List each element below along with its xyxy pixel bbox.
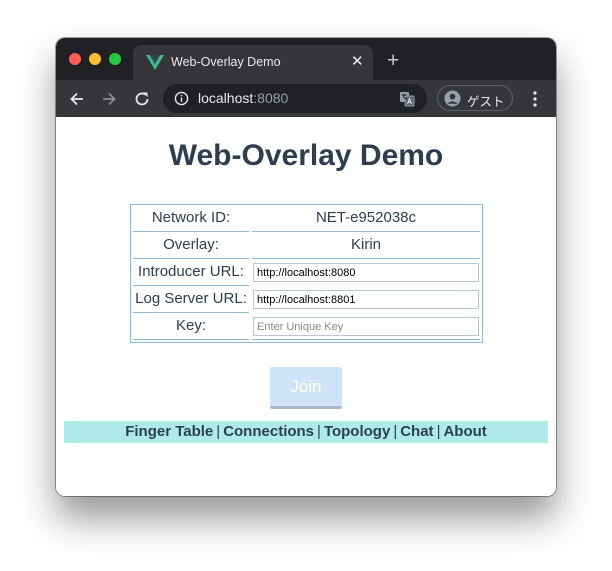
profile-name: ゲスト bbox=[467, 95, 505, 109]
nav-link-topology[interactable]: Topology bbox=[324, 423, 390, 440]
page-content: Web-Overlay Demo Network ID: NET-e952038… bbox=[56, 117, 556, 496]
log-server-url-label: Log Server URL: bbox=[135, 290, 247, 307]
address-bar[interactable]: localhost:8080 bbox=[163, 84, 427, 113]
arrow-right-icon[interactable] bbox=[100, 90, 118, 108]
row-divider bbox=[252, 339, 480, 340]
browser-window: Web-Overlay Demo ✕ + localhost:8080 ゲスト … bbox=[56, 38, 556, 496]
log-server-url-input[interactable] bbox=[253, 290, 479, 309]
key-label: Key: bbox=[175, 317, 206, 334]
person-icon bbox=[444, 90, 461, 107]
introducer-url-row: Introducer URL: bbox=[131, 259, 482, 286]
overlay-label: Overlay: bbox=[163, 236, 219, 253]
row-divider bbox=[133, 339, 249, 340]
nav-link-connections[interactable]: Connections bbox=[223, 423, 314, 440]
overlay-row: Overlay: Kirin bbox=[131, 232, 482, 259]
url-text[interactable]: localhost:8080 bbox=[198, 90, 288, 106]
tab-title: Web-Overlay Demo bbox=[171, 55, 281, 69]
info-icon[interactable] bbox=[174, 91, 189, 106]
tab-bar: Web-Overlay Demo ✕ + bbox=[56, 38, 556, 80]
translate-icon[interactable] bbox=[399, 91, 415, 107]
maximize-window-button[interactable] bbox=[109, 53, 121, 65]
three-dots-icon[interactable] bbox=[528, 90, 542, 108]
arrow-left-icon[interactable] bbox=[68, 90, 86, 108]
network-id-label: Network ID: bbox=[151, 209, 231, 226]
nav-bar: Finger Table | Connections | Topology | Chat | A… bbox=[64, 421, 548, 443]
url-port: :8080 bbox=[253, 90, 289, 106]
tab-active[interactable]: Web-Overlay Demo ✕ bbox=[133, 45, 373, 80]
key-row: Key: bbox=[131, 313, 482, 340]
network-id-value: NET-e952038c bbox=[315, 209, 417, 226]
settings-table: Network ID: NET-e952038c Overlay: Kirin … bbox=[130, 204, 483, 343]
nav-link-about[interactable]: About bbox=[443, 423, 486, 440]
vue-logo-icon bbox=[146, 55, 164, 70]
nav-separator: | bbox=[436, 423, 441, 440]
url-host: localhost bbox=[198, 90, 254, 106]
nav-separator: | bbox=[317, 423, 321, 440]
close-window-button[interactable] bbox=[69, 53, 81, 65]
nav-separator: | bbox=[393, 423, 398, 440]
key-input[interactable] bbox=[253, 317, 479, 336]
introducer-url-input[interactable] bbox=[253, 263, 479, 282]
network-id-row: Network ID: NET-e952038c bbox=[131, 205, 482, 232]
nav-link-finger-table[interactable]: Finger Table bbox=[125, 423, 213, 440]
introducer-url-label: Introducer URL: bbox=[138, 263, 244, 280]
log-server-url-row: Log Server URL: bbox=[131, 286, 482, 313]
nav-separator: | bbox=[216, 423, 221, 440]
minimize-window-button[interactable] bbox=[89, 53, 101, 65]
overlay-value: Kirin bbox=[350, 236, 381, 253]
browser-toolbar: localhost:8080 ゲスト bbox=[56, 80, 556, 117]
profile-button[interactable]: ゲスト bbox=[437, 85, 513, 111]
nav-link-chat[interactable]: Chat bbox=[400, 423, 433, 440]
plus-icon[interactable]: + bbox=[387, 50, 399, 72]
join-button[interactable]: Join bbox=[270, 367, 342, 409]
page-title: Web-Overlay Demo bbox=[168, 139, 444, 172]
close-icon[interactable]: ✕ bbox=[351, 53, 364, 71]
reload-icon[interactable] bbox=[133, 90, 151, 108]
